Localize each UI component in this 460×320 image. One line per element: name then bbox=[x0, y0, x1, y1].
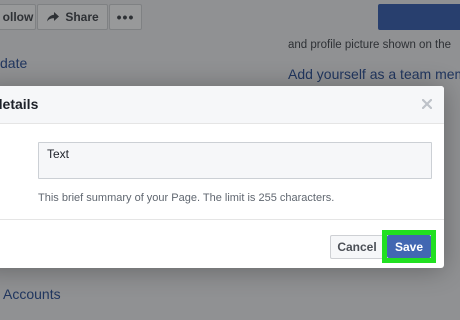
dialog-title: details bbox=[0, 96, 39, 112]
close-icon[interactable] bbox=[420, 97, 434, 111]
save-button[interactable]: Save bbox=[387, 235, 431, 258]
cancel-button[interactable]: Cancel bbox=[330, 235, 384, 259]
description-field[interactable]: Text bbox=[38, 142, 432, 179]
dialog-footer: Cancel Save bbox=[0, 219, 444, 268]
helper-text: This brief summary of your Page. The lim… bbox=[38, 192, 335, 204]
edit-details-dialog: details Text This brief summary of your … bbox=[0, 86, 444, 268]
dialog-header: details bbox=[0, 86, 444, 124]
